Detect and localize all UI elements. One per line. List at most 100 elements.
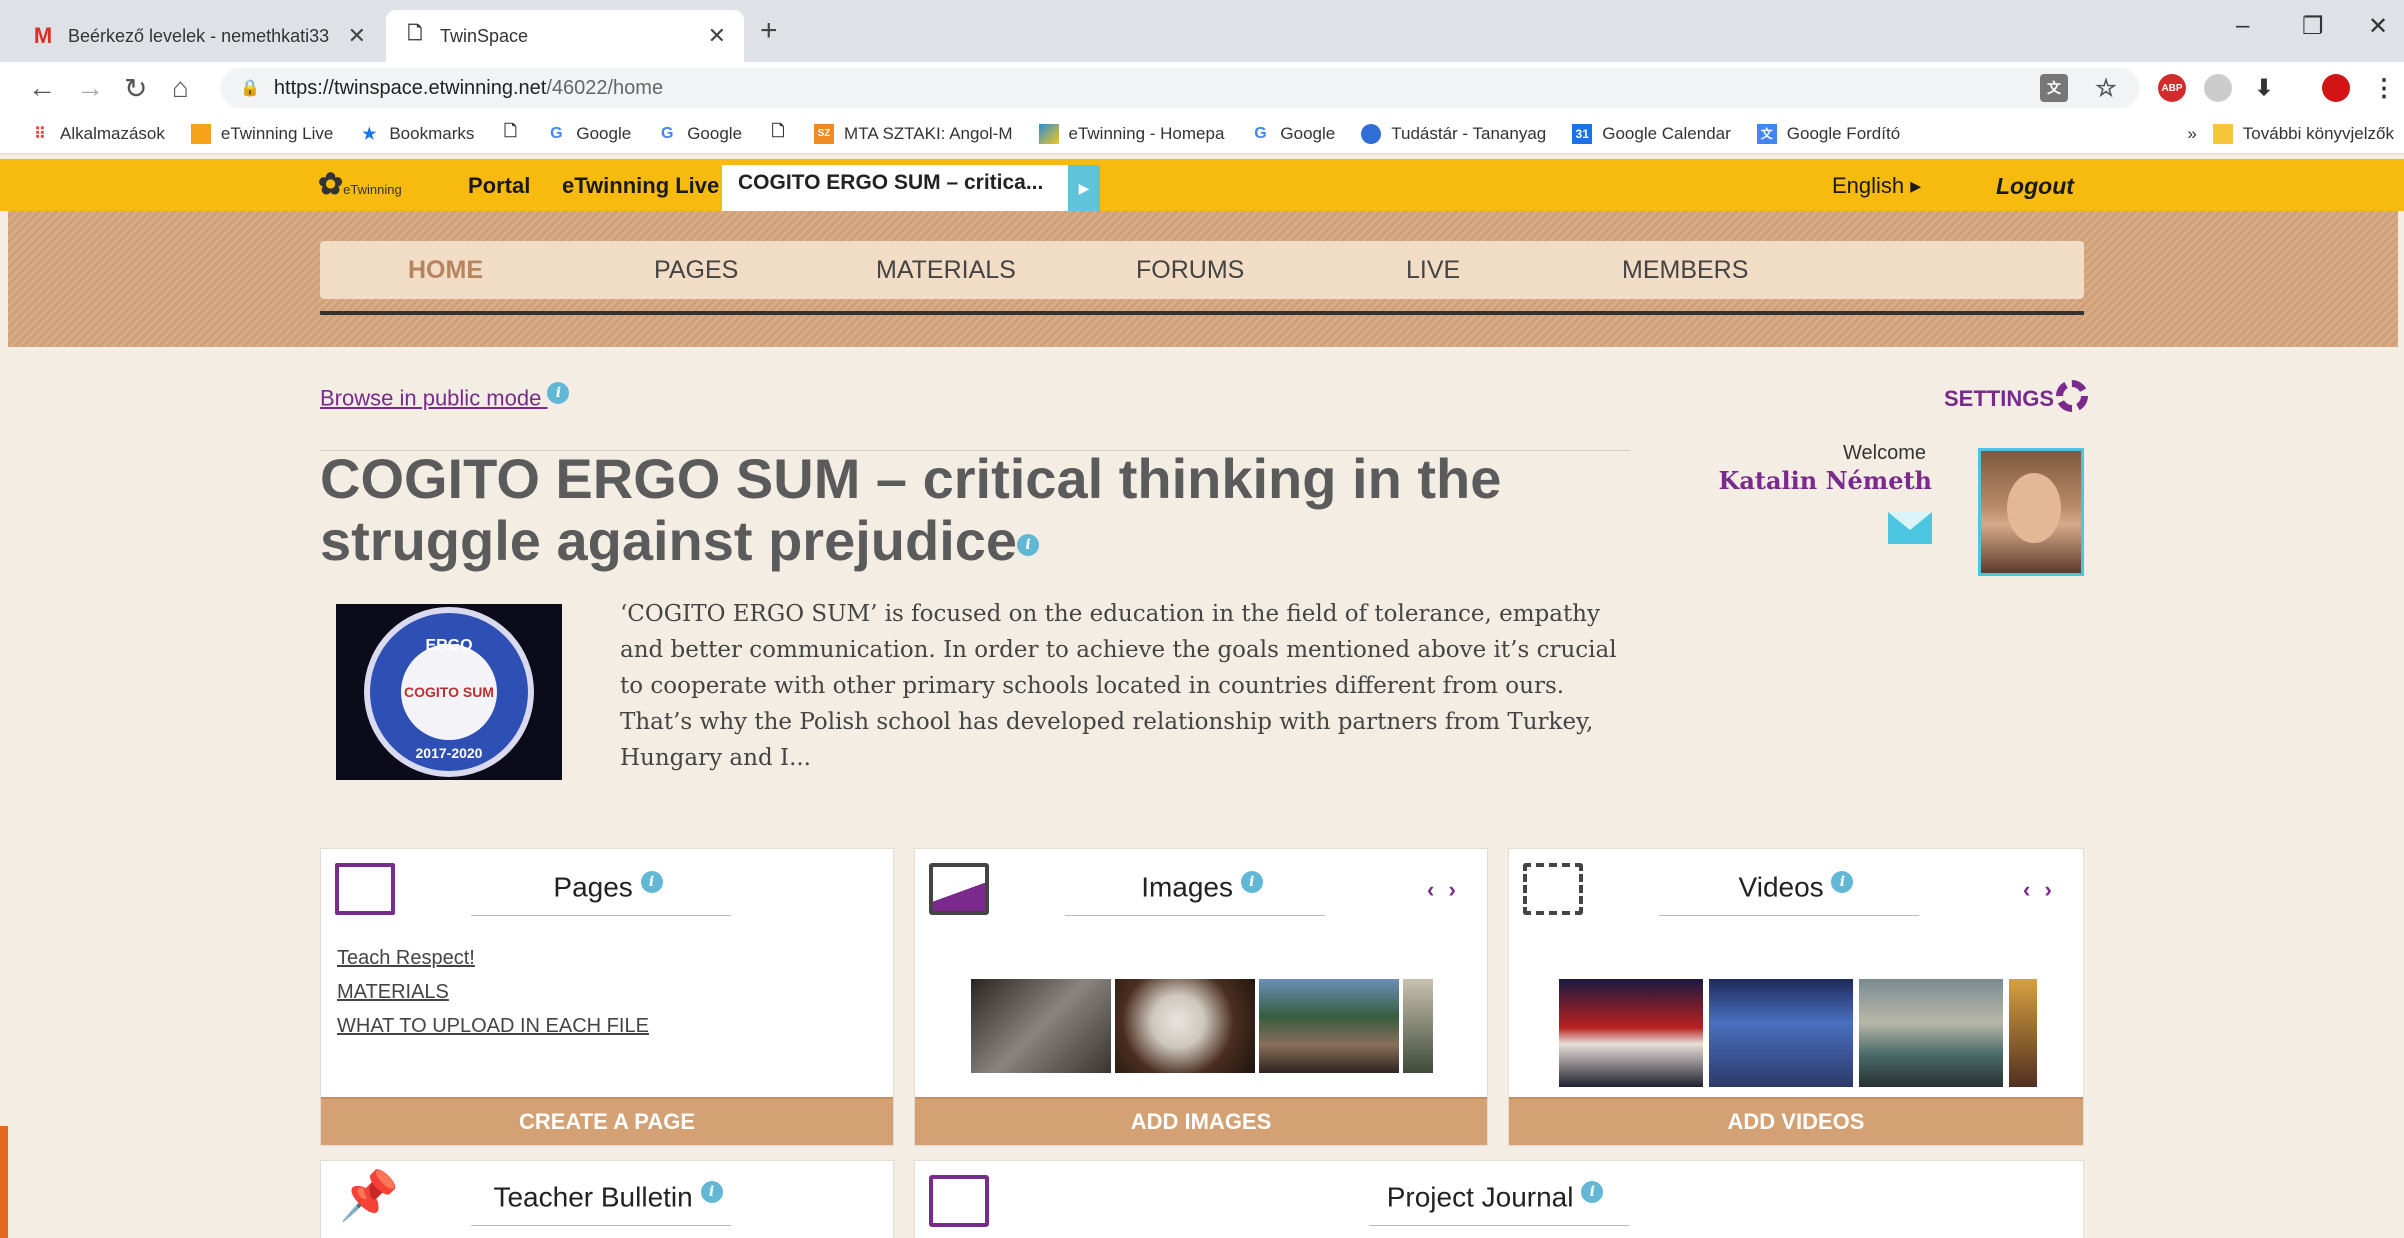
close-tab-icon[interactable]: ✕ xyxy=(348,23,366,49)
settings-link[interactable]: SETTINGS xyxy=(1944,380,2089,412)
add-images-button[interactable]: ADD IMAGES xyxy=(915,1097,1487,1145)
title-underline xyxy=(471,915,731,916)
translate-icon: 文 xyxy=(1756,123,1777,144)
nav-home[interactable]: HOME xyxy=(408,256,483,285)
info-icon[interactable]: i xyxy=(1581,1181,1604,1203)
google-icon: G xyxy=(550,124,563,142)
bookmark-bookmarks[interactable]: ★ Bookmarks xyxy=(359,124,474,144)
bookmark-label: Google Calendar xyxy=(1602,123,1731,143)
info-icon[interactable]: i xyxy=(547,382,570,404)
nav-divider xyxy=(320,311,2084,315)
apps-grid-icon: ⠿ xyxy=(34,125,46,143)
minimize-icon[interactable]: – xyxy=(2236,12,2249,40)
translate-page-icon[interactable]: 文 xyxy=(2040,74,2068,102)
create-page-button[interactable]: CREATE A PAGE xyxy=(321,1097,893,1145)
nav-live[interactable]: LIVE xyxy=(1406,256,1460,285)
avatar[interactable] xyxy=(1978,448,2084,576)
image-thumbnail[interactable] xyxy=(1259,979,1399,1073)
card-title-text: Videos xyxy=(1738,871,1824,903)
image-icon xyxy=(929,863,989,915)
bookmark-google[interactable]: G Google xyxy=(657,124,742,144)
bookmark-etwinning-home[interactable]: eTwinning - Homepa xyxy=(1038,123,1224,144)
bookmark-page[interactable]: 🗋 xyxy=(500,123,520,144)
other-bookmarks-folder[interactable]: További könyvjelzők xyxy=(2212,124,2394,144)
project-selector[interactable]: COGITO ERGO SUM – critica... xyxy=(722,165,1068,211)
bookmark-google[interactable]: G Google xyxy=(1250,124,1335,144)
portal-link[interactable]: Portal xyxy=(468,173,530,199)
videos-card: Videos i ‹ › ADD VIDEOS xyxy=(1508,848,2084,1146)
add-videos-button[interactable]: ADD VIDEOS xyxy=(1509,1097,2083,1145)
image-thumbnail[interactable] xyxy=(1115,979,1255,1073)
info-icon[interactable]: i xyxy=(1831,871,1854,893)
page-link-materials[interactable]: MATERIALS xyxy=(337,981,449,1004)
logout-link[interactable]: Logout xyxy=(1996,173,2074,200)
video-thumbnail[interactable] xyxy=(1859,979,2003,1087)
etwinning-icon xyxy=(1038,123,1059,144)
close-window-icon[interactable]: ✕ xyxy=(2368,12,2388,41)
carousel-arrows[interactable]: ‹ › xyxy=(1427,877,1460,903)
url-input[interactable]: 🔒 https://twinspace.etwinning.net/46022/… xyxy=(220,68,2140,108)
download-icon[interactable]: ⬇ xyxy=(2250,74,2278,102)
nav-pages[interactable]: PAGES xyxy=(654,256,738,285)
folder-icon xyxy=(2212,124,2233,144)
page-icon: 🗋 xyxy=(503,123,517,140)
info-icon[interactable]: i xyxy=(640,871,663,893)
nav-forums[interactable]: FORUMS xyxy=(1136,256,1244,285)
mail-icon[interactable] xyxy=(1888,512,1932,544)
bookmark-apps[interactable]: ⠿ Alkalmazások xyxy=(30,124,165,144)
bookmark-etwinning-live[interactable]: eTwinning Live xyxy=(190,123,333,144)
adblock-icon[interactable]: ABP xyxy=(2158,74,2186,102)
bookmark-page[interactable]: 🗋 xyxy=(768,123,788,144)
calendar-icon: 31 xyxy=(1572,123,1593,144)
back-icon[interactable]: ← xyxy=(28,72,56,104)
etwinning-live-link[interactable]: eTwinning Live xyxy=(562,173,719,199)
gmail-icon: M xyxy=(33,23,53,48)
project-selector-arrow-icon[interactable]: ▶ xyxy=(1068,165,1100,211)
bookmark-label: Tudástár - Tananyag xyxy=(1391,123,1547,143)
browse-public-mode-link[interactable]: Browse in public mode i xyxy=(320,382,570,411)
tab-gmail[interactable]: M Beérkező levelek - nemethkati33 ✕ xyxy=(14,10,384,62)
logo-text: eTwinning xyxy=(343,182,402,197)
info-icon[interactable]: i xyxy=(700,1181,723,1203)
image-thumbnail[interactable] xyxy=(971,979,1111,1073)
tab-twinspace[interactable]: 🗋 TwinSpace ✕ xyxy=(386,10,744,62)
more-bookmarks-button[interactable]: » xyxy=(2187,124,2196,144)
bookmark-calendar[interactable]: 31 Google Calendar xyxy=(1572,123,1731,144)
bookmark-sztaki[interactable]: SZ MTA SZTAKI: Angol-M xyxy=(814,123,1013,144)
language-selector[interactable]: English ▸ xyxy=(1832,173,1921,199)
info-icon[interactable]: i xyxy=(1240,871,1263,893)
new-tab-button[interactable]: + xyxy=(760,14,778,48)
logo-emblem: COGITO SUM xyxy=(401,644,497,740)
title-underline xyxy=(1659,915,1919,916)
bookmark-translate[interactable]: 文 Google Fordító xyxy=(1756,123,1900,144)
profile-avatar-icon[interactable] xyxy=(2322,74,2350,102)
nav-members[interactable]: MEMBERS xyxy=(1622,256,1748,285)
close-tab-icon[interactable]: ✕ xyxy=(708,23,726,49)
info-icon[interactable]: i xyxy=(1017,534,1040,557)
bookmark-tudastar[interactable]: Tudástár - Tananyag xyxy=(1361,123,1547,144)
forward-icon[interactable]: → xyxy=(76,72,104,104)
images-card: Images i ‹ › ADD IMAGES xyxy=(914,848,1488,1146)
etwinning-logo[interactable]: ✿eTwinning xyxy=(318,167,402,202)
browser-tab-strip: M Beérkező levelek - nemethkati33 ✕ 🗋 Tw… xyxy=(0,0,2404,62)
page-icon: 🗋 xyxy=(771,123,785,140)
video-thumbnail[interactable] xyxy=(1559,979,1703,1087)
carousel-arrows[interactable]: ‹ › xyxy=(2023,877,2056,903)
video-thumbnail[interactable] xyxy=(1709,979,1853,1087)
reload-icon[interactable]: ↻ xyxy=(124,72,147,105)
page-link-teach-respect[interactable]: Teach Respect! xyxy=(337,947,475,970)
restore-icon[interactable]: ❐ xyxy=(2302,12,2324,41)
bookmark-label: Google xyxy=(1280,123,1336,143)
tab-label: TwinSpace xyxy=(440,25,529,46)
nav-materials[interactable]: MATERIALS xyxy=(876,256,1016,285)
menu-dots-icon[interactable]: ⋮ xyxy=(2370,74,2398,102)
extension-circle-icon[interactable] xyxy=(2204,74,2232,102)
page-link-what-to-upload[interactable]: WHAT TO UPLOAD IN EACH FILE xyxy=(337,1015,649,1038)
image-thumbnail[interactable] xyxy=(1403,979,1433,1073)
logo-cogito: COGITO xyxy=(404,684,459,700)
video-thumbnail[interactable] xyxy=(2009,979,2037,1087)
home-icon[interactable]: ⌂ xyxy=(172,72,189,104)
bookmark-google[interactable]: G Google xyxy=(546,124,631,144)
bookmark-star-icon[interactable]: ☆ xyxy=(2092,74,2120,102)
user-name[interactable]: Katalin Németh xyxy=(1700,466,1933,495)
